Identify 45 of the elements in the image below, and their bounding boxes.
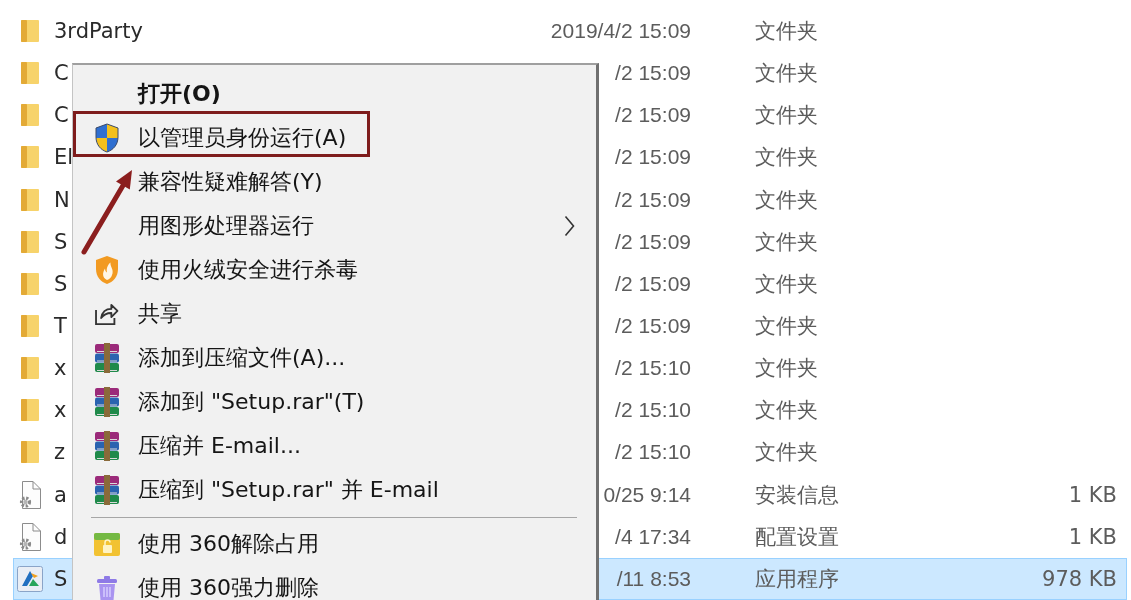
file-size: 1 KB bbox=[1068, 524, 1117, 549]
file-type: 应用程序 bbox=[755, 565, 839, 593]
file-type: 文件夹 bbox=[755, 18, 818, 46]
file-type: 文件夹 bbox=[755, 439, 818, 467]
file-name: T bbox=[54, 314, 67, 339]
modified-date: /2 15:09 bbox=[615, 314, 691, 339]
file-type: 文件夹 bbox=[755, 313, 818, 341]
modified-date: /2 15:09 bbox=[615, 103, 691, 128]
file-type: 文件夹 bbox=[755, 102, 818, 130]
file-name: S bbox=[54, 229, 68, 254]
modified-date: /2 15:09 bbox=[615, 271, 691, 296]
modified-date: /2 15:09 bbox=[615, 145, 691, 170]
file-type: 文件夹 bbox=[755, 270, 818, 298]
file-size: 1 KB bbox=[1068, 482, 1117, 507]
file-type: 文件夹 bbox=[755, 397, 818, 425]
modified-date: 0/25 9:14 bbox=[603, 482, 691, 507]
file-type: 文件夹 bbox=[755, 355, 818, 383]
file-name: d bbox=[54, 524, 68, 549]
file-type: 文件夹 bbox=[755, 228, 818, 256]
file-type: 文件夹 bbox=[755, 144, 818, 172]
file-size: 978 KB bbox=[1042, 566, 1117, 591]
file-name: a bbox=[54, 482, 67, 507]
file-type: 安装信息 bbox=[755, 481, 839, 509]
file-name: S bbox=[54, 271, 68, 296]
modified-date: 2019/4/2 15:09 bbox=[550, 19, 691, 44]
file-name: x bbox=[54, 356, 67, 381]
file-name: 3rdParty bbox=[54, 19, 143, 44]
modified-date: /4 17:34 bbox=[615, 524, 691, 549]
file-name: C bbox=[54, 61, 69, 86]
file-name: El bbox=[54, 145, 74, 170]
file-name: C bbox=[54, 103, 69, 128]
modified-date: /2 15:10 bbox=[615, 440, 691, 465]
file-name: x bbox=[54, 398, 67, 423]
modified-date: /2 15:09 bbox=[615, 187, 691, 212]
file-name: S bbox=[54, 566, 68, 591]
modified-date: /2 15:09 bbox=[615, 61, 691, 86]
file-name: N bbox=[54, 187, 70, 212]
file-type: 配置设置 bbox=[755, 523, 839, 551]
modified-date: /2 15:09 bbox=[615, 229, 691, 254]
file-type: 文件夹 bbox=[755, 60, 818, 88]
file-type: 文件夹 bbox=[755, 186, 818, 214]
file-name: z bbox=[54, 440, 66, 465]
modified-date: /2 15:10 bbox=[615, 356, 691, 381]
modified-date: /11 8:53 bbox=[616, 566, 691, 591]
modified-date: /2 15:10 bbox=[615, 398, 691, 423]
